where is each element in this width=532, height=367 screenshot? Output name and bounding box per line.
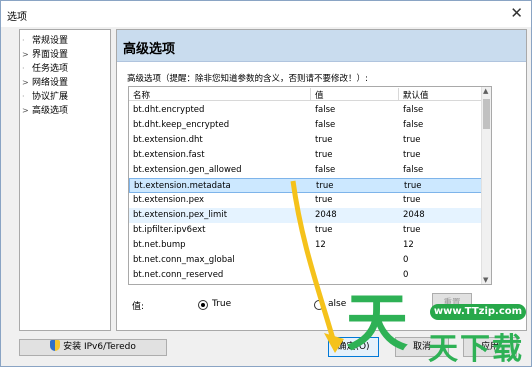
table-row[interactable]: bt.net.conn_max_global 0 bbox=[129, 253, 483, 268]
close-icon[interactable]: ✕ bbox=[510, 4, 523, 22]
scroll-up-icon[interactable]: ▲ bbox=[483, 87, 488, 95]
watermark: 天 www.TTzip.com 天下载 bbox=[346, 286, 531, 367]
tree-item-network[interactable]: > 网络设置 bbox=[22, 75, 68, 89]
radio-true[interactable] bbox=[198, 300, 208, 310]
table-row[interactable]: bt.ipfilter.ipv6ext true true bbox=[129, 223, 483, 238]
table-row[interactable]: bt.extension.fast true true bbox=[129, 148, 483, 163]
radio-false-label[interactable]: alse bbox=[328, 299, 346, 309]
table-row[interactable]: bt.dht.encrypted false false bbox=[129, 103, 483, 118]
table-row[interactable]: bt.net.conn_reserved 0 bbox=[129, 268, 483, 283]
column-header-value[interactable]: 值 bbox=[315, 89, 324, 101]
radio-true-label[interactable]: True bbox=[212, 299, 231, 309]
panel-header: 高级选项 bbox=[117, 30, 526, 62]
watermark-logo: 天 bbox=[346, 286, 409, 359]
watermark-text: 天下载 bbox=[428, 332, 524, 367]
scroll-down-icon[interactable]: ▼ bbox=[483, 276, 488, 284]
value-label: 值: bbox=[132, 302, 145, 312]
table-row[interactable]: bt.extension.gen_allowed false false bbox=[129, 163, 483, 178]
table-row[interactable]: bt.extension.pex true true bbox=[129, 193, 483, 208]
tree-item-interface[interactable]: > 界面设置 bbox=[22, 47, 68, 61]
settings-grid: 名称 值 默认值 bt.dht.encrypted false false bt.d… bbox=[128, 86, 492, 285]
tree-line-icon: · bbox=[22, 36, 25, 45]
tree-item-general[interactable]: · 常规设置 bbox=[22, 33, 68, 47]
column-divider[interactable] bbox=[310, 88, 311, 100]
install-ipv6-button[interactable]: 安装 IPv6/Teredo bbox=[19, 339, 167, 356]
tree-item-tasks[interactable]: · 任务选项 bbox=[22, 61, 68, 75]
grid-header: 名称 值 默认值 bbox=[129, 87, 483, 101]
radio-false[interactable] bbox=[314, 300, 324, 310]
table-row[interactable]: bt.extension.pex_limit 2048 2048 bbox=[129, 208, 483, 223]
chevron-right-icon[interactable]: > bbox=[22, 106, 32, 115]
chevron-right-icon[interactable]: > bbox=[22, 50, 32, 59]
chevron-right-icon[interactable]: > bbox=[22, 78, 32, 87]
tree-line-icon: · bbox=[22, 64, 25, 73]
panel-title: 高级选项 bbox=[123, 42, 176, 57]
options-dialog: 选项 ✕ · 常规设置 > 界面设置 · 任务选项 > 网络设置 · 协议扩展 > 高级选项… bbox=[0, 0, 532, 367]
scrollbar-thumb[interactable] bbox=[483, 99, 490, 129]
title-bar: 选项 ✕ bbox=[1, 1, 531, 27]
vertical-scrollbar[interactable]: ▲ ▼ bbox=[481, 87, 491, 284]
table-row[interactable]: bt.extension.dht true true bbox=[129, 133, 483, 148]
column-header-name[interactable]: 名称 bbox=[133, 89, 150, 101]
column-header-default[interactable]: 默认值 bbox=[403, 89, 429, 101]
table-row-selected[interactable]: bt.extension.metadata true true bbox=[129, 178, 483, 193]
table-row[interactable]: bt.dht.keep_encrypted false false bbox=[129, 118, 483, 133]
tree-item-advanced[interactable]: > 高级选项 bbox=[22, 103, 68, 117]
watermark-url: www.TTzip.com bbox=[430, 304, 526, 320]
column-divider[interactable] bbox=[398, 88, 399, 100]
warning-hint: 高级选项（提醒：除非您知道参数的含义，否则请不要修改！）: bbox=[127, 74, 368, 84]
window-title: 选项 bbox=[7, 12, 27, 23]
tree-item-protocol[interactable]: · 协议扩展 bbox=[22, 89, 68, 103]
shield-icon bbox=[50, 340, 61, 351]
category-tree: · 常规设置 > 界面设置 · 任务选项 > 网络设置 · 协议扩展 > 高级选项 bbox=[19, 29, 111, 331]
table-row[interactable]: bt.net.bump 12 12 bbox=[129, 238, 483, 253]
tree-line-icon: · bbox=[22, 92, 25, 101]
